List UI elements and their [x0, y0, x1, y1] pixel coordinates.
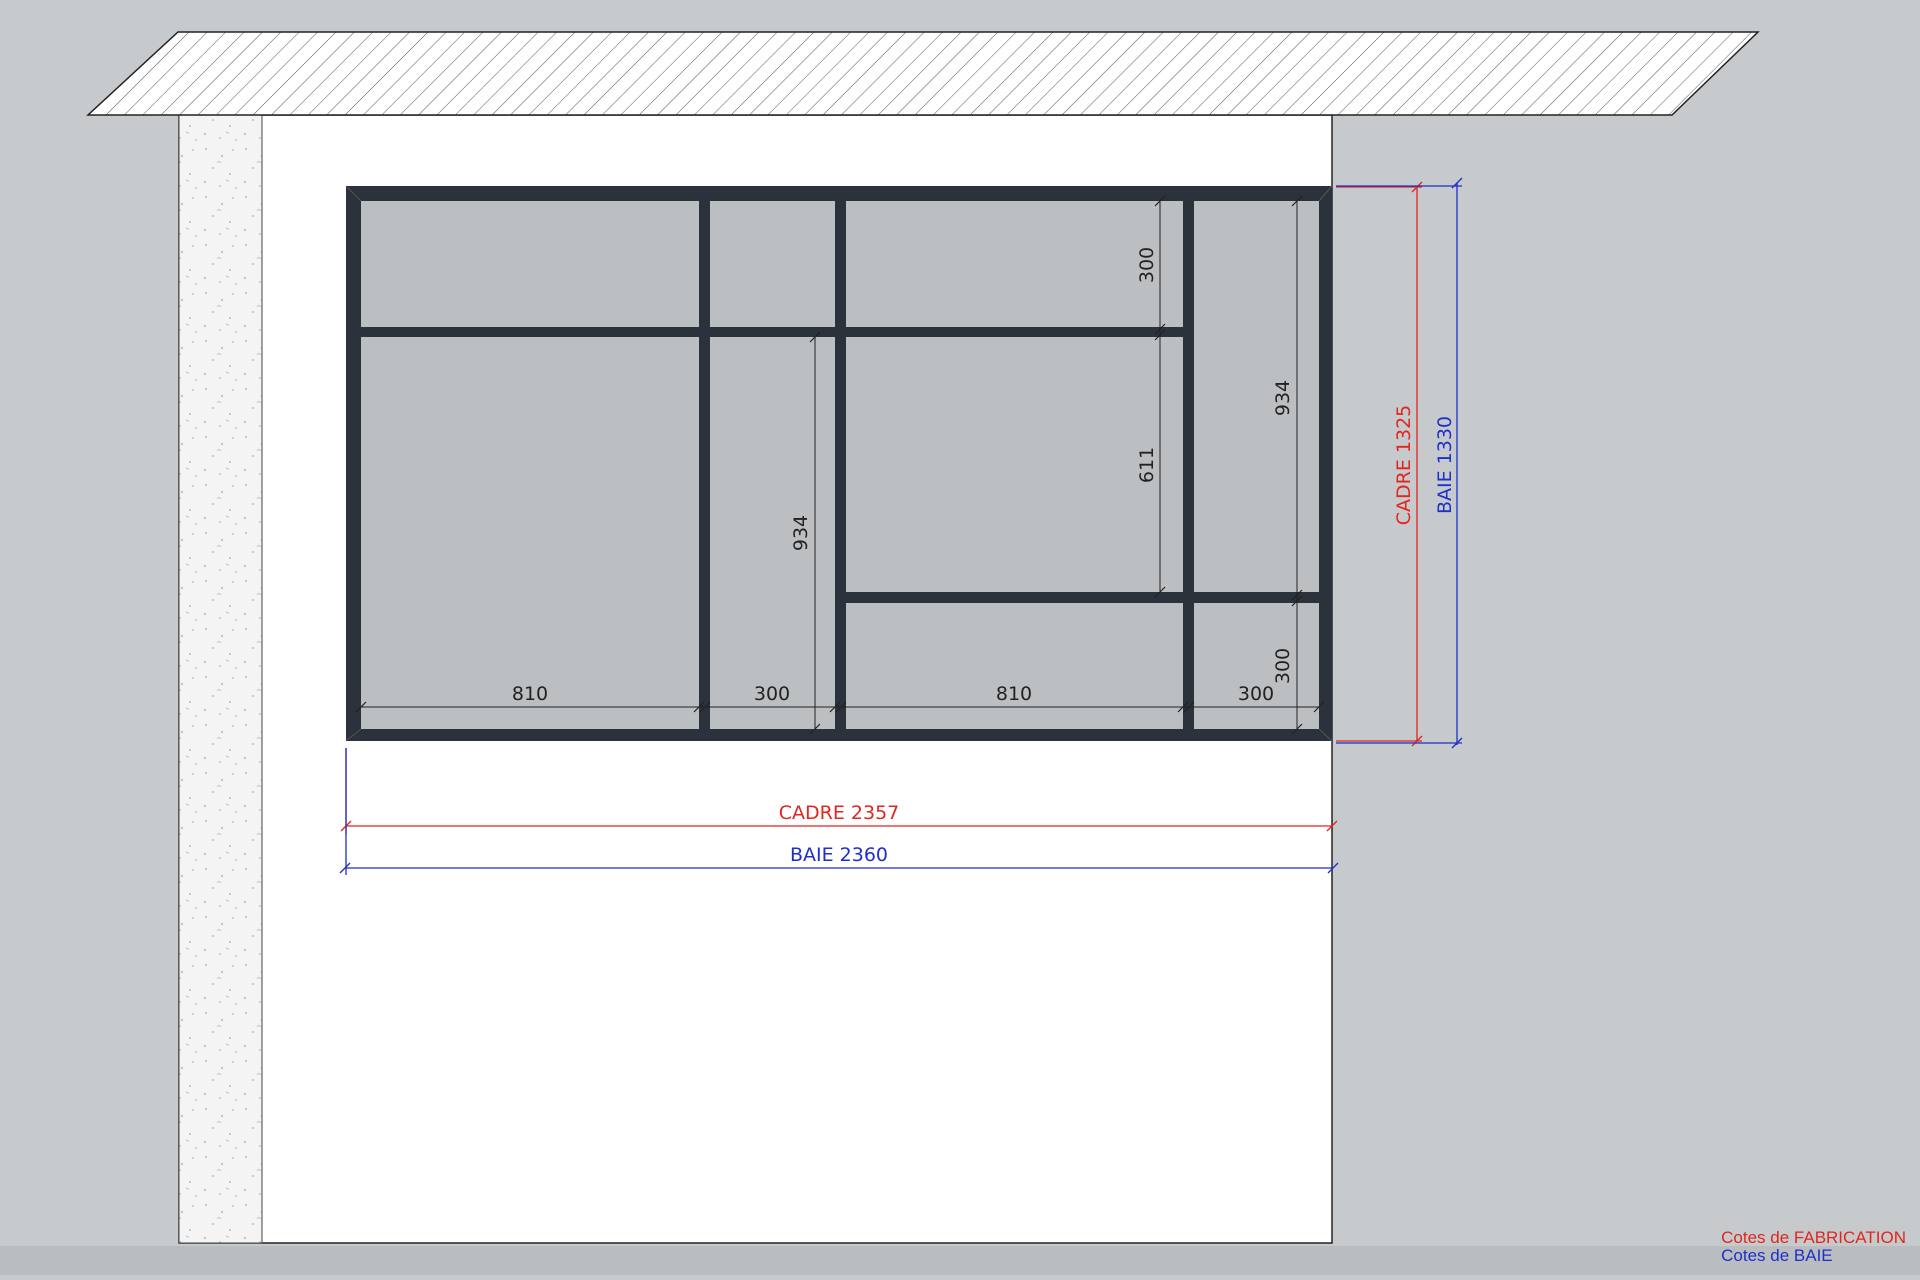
dim-height-right: 934: [1272, 380, 1294, 416]
dim-height-bottom: 300: [1272, 648, 1294, 684]
baie-width-label: BAIE 2360: [790, 844, 888, 866]
dim-height-middle: 611: [1136, 447, 1158, 483]
ground-strip: [0, 1246, 1920, 1275]
legend: Cotes de FABRICATION Cotes de BAIE: [1721, 1229, 1906, 1265]
dim-width-4: 300: [1238, 683, 1274, 705]
dim-height-top: 300: [1136, 247, 1158, 283]
roof-slab: [86, 31, 1760, 116]
baie-height-label: BAIE 1330: [1434, 416, 1456, 514]
legend-baie: Cotes de BAIE: [1721, 1246, 1833, 1265]
drawing-canvas: 810 300 810 300 300 611 934 934 300 CADR…: [0, 31, 1920, 1275]
legend-fabrication: Cotes de FABRICATION: [1721, 1228, 1906, 1247]
dim-width-1: 810: [512, 683, 548, 705]
window-frame: [345, 185, 1333, 742]
dim-height-left: 934: [790, 515, 812, 551]
cadre-height-label: CADRE 1325: [1393, 405, 1415, 526]
elevation-drawing: 810 300 810 300 300 611 934 934 300 CADR…: [0, 0, 1920, 1275]
cadre-width-label: CADRE 2357: [779, 802, 900, 824]
insulation-layer: [178, 114, 263, 1244]
dim-width-2: 300: [754, 683, 790, 705]
dim-width-3: 810: [996, 683, 1032, 705]
